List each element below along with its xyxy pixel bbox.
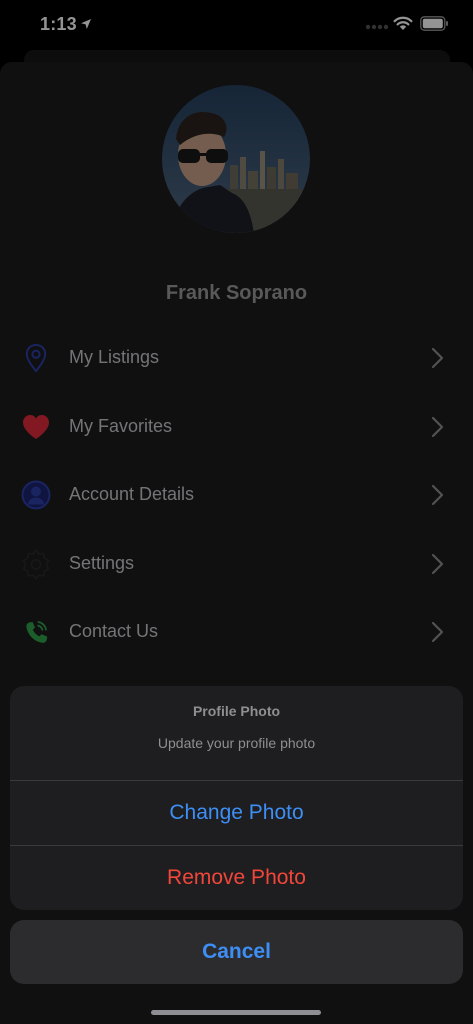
gear-icon (22, 549, 50, 580)
menu-item-my-listings[interactable]: My Listings (0, 324, 473, 393)
menu-item-my-favorites[interactable]: My Favorites (0, 393, 473, 462)
battery-icon (420, 16, 448, 31)
user-circle-icon (21, 480, 51, 510)
chevron-right-icon (431, 416, 444, 437)
cancel-button[interactable]: Cancel (10, 920, 463, 984)
profile-avatar[interactable] (162, 85, 310, 233)
home-indicator[interactable] (151, 1010, 321, 1015)
profile-menu: My Listings My Favorites Account Details (0, 324, 473, 667)
user-name: Frank Soprano (165, 282, 308, 304)
menu-label: My Listings (69, 347, 160, 367)
menu-item-account-details[interactable]: Account Details (0, 461, 473, 530)
screen: 1:13 Frank Soprano My Listings My Favori… (0, 0, 473, 1024)
menu-label: My Favorites (69, 415, 173, 436)
status-bar: 1:13 (0, 0, 473, 50)
menu-item-contact-us[interactable]: Contact Us (0, 598, 473, 667)
chevron-right-icon (431, 553, 444, 574)
location-arrow-icon (81, 19, 91, 29)
phone-icon (26, 621, 48, 644)
wifi-icon (393, 16, 413, 30)
action-sheet: Profile Photo Update your profile photo … (10, 686, 463, 910)
cellular-signal-icon (365, 24, 389, 30)
remove-photo-button[interactable]: Remove Photo (10, 846, 463, 910)
avatar-photo (162, 85, 310, 233)
location-pin-icon (25, 343, 47, 373)
menu-label: Settings (69, 552, 135, 573)
change-photo-button[interactable]: Change Photo (10, 781, 463, 845)
menu-label: Account Details (69, 484, 195, 505)
action-sheet-title: Profile Photo (192, 703, 281, 719)
chevron-right-icon (431, 347, 444, 369)
menu-label: Contact Us (69, 621, 159, 642)
menu-item-settings[interactable]: Settings (0, 530, 473, 599)
status-time: 1:13 (40, 14, 77, 34)
heart-icon (23, 414, 49, 439)
chevron-right-icon (431, 485, 444, 506)
action-sheet-message: Update your profile photo (157, 735, 316, 751)
chevron-right-icon (431, 622, 444, 643)
